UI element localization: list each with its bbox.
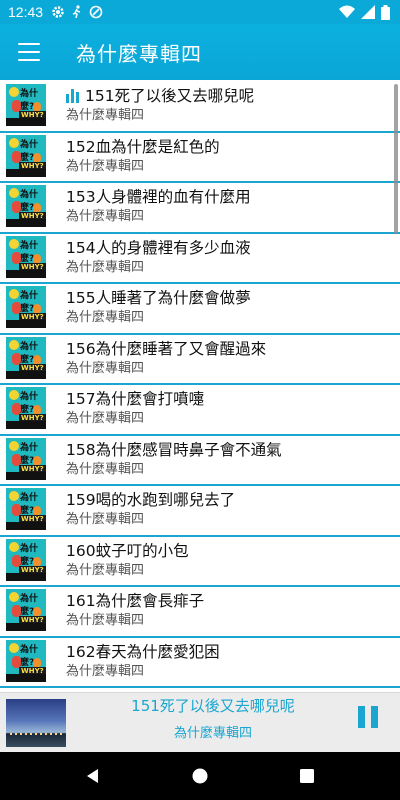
list-item-title-text: 153人身體裡的血有什麼用 — [66, 188, 251, 206]
list-item-subtitle: 為什麼專輯四 — [66, 360, 145, 376]
list-item-subtitle: 為什麼專輯四 — [66, 259, 145, 275]
track-thumbnail: 為什麼? WHY? — [6, 589, 46, 631]
screen: 12:43 為什麼專輯四 為什麼? WHY? 151死了以後又去哪兒呢 為什麼專… — [0, 0, 400, 800]
recents-icon[interactable] — [295, 764, 319, 788]
track-list[interactable]: 為什麼? WHY? 151死了以後又去哪兒呢 為什麼專輯四 為什麼? WHY? 152血為什… — [0, 82, 400, 692]
list-item-subtitle: 為什麼專輯四 — [66, 411, 145, 426]
list-item[interactable]: 為什麼? WHY? 153人身體裡的血有什麼用 為什麼專輯四 — [0, 183, 400, 234]
list-item-title-text: 158為什麼感冒時鼻子會不通氣 — [66, 440, 282, 459]
track-thumbnail: 為什麼? WHY? — [6, 336, 46, 379]
dnd-icon — [89, 5, 103, 19]
list-item-text: 156為什麼睡著了又會醒過來 為什麼專輯四 — [66, 339, 390, 378]
pause-icon[interactable] — [358, 706, 378, 728]
list-item[interactable]: 為什麼? WHY? 159喝的水跑到哪兒去了 為什麼專輯四 — [0, 486, 400, 537]
list-item-subtitle: 為什麼專輯四 — [66, 512, 145, 527]
list-item-title: 158為什麼感冒時鼻子會不通氣 — [66, 440, 390, 460]
list-item[interactable]: 為什麼? WHY? 152血為什麼是紅色的 為什麼專輯四 — [0, 133, 400, 183]
signal-icon — [361, 5, 375, 19]
list-item-title: 157為什麼會打噴嚏 — [66, 389, 390, 409]
list-item-title-text: 152血為什麼是紅色的 — [66, 137, 220, 156]
list-item-subtitle: 為什麼專輯四 — [66, 562, 145, 578]
status-time: 12:43 — [8, 4, 44, 20]
list-item[interactable]: 為什麼? WHY? 155人睡著了為什麼會做夢 為什麼專輯四 — [0, 284, 400, 335]
list-item[interactable]: 為什麼? WHY? 158為什麼感冒時鼻子會不通氣 為什麼專輯四 — [0, 436, 400, 486]
system-nav-bar — [0, 752, 400, 800]
list-item-subtitle: 為什麼專輯四 — [66, 310, 145, 325]
hamburger-menu-icon[interactable] — [18, 43, 40, 61]
list-item-text: 160蚊子叮的小包 為什麼專輯四 — [66, 541, 390, 580]
list-item-text: 161為什麼會長痱子 為什麼專輯四 — [66, 591, 390, 630]
home-icon[interactable] — [188, 764, 212, 788]
list-item-title-text: 157為什麼會打噴嚏 — [66, 390, 205, 408]
list-item-text: 158為什麼感冒時鼻子會不通氣 為什麼專輯四 — [66, 440, 390, 479]
list-item-title-text: 162春天為什麼愛犯困 — [66, 642, 220, 661]
list-item-title-text: 160蚊子叮的小包 — [66, 541, 189, 560]
walk-icon — [71, 5, 83, 19]
list-item-title-text: 156為什麼睡著了又會醒過來 — [66, 339, 267, 358]
now-playing-icon — [66, 89, 79, 103]
list-item-text: 153人身體裡的血有什麼用 為什麼專輯四 — [66, 187, 390, 226]
list-item-subtitle: 為什麼專輯四 — [66, 461, 145, 477]
list-item-subtitle: 為什麼專輯四 — [66, 663, 145, 679]
track-thumbnail: 為什麼? WHY? — [6, 488, 46, 530]
album-art[interactable] — [6, 699, 66, 747]
track-thumbnail: 為什麼? WHY? — [6, 387, 46, 429]
track-thumbnail: 為什麼? WHY? — [6, 639, 46, 682]
track-thumbnail: 為什麼? WHY? — [6, 185, 46, 227]
status-bar: 12:43 — [0, 0, 400, 24]
wifi-icon — [339, 5, 355, 19]
list-item[interactable]: 為什麼? WHY? 154人的身體裡有多少血液 為什麼專輯四 — [0, 234, 400, 284]
player-album-name: 為什麼專輯四 — [173, 726, 252, 741]
list-item-title: 156為什麼睡著了又會醒過來 — [66, 339, 390, 359]
list-item-title: 160蚊子叮的小包 — [66, 541, 390, 561]
list-item-text: 162春天為什麼愛犯困 為什麼專輯四 — [66, 642, 390, 681]
list-item[interactable]: 為什麼? WHY? 160蚊子叮的小包 為什麼專輯四 — [0, 537, 400, 587]
status-icons-left — [51, 5, 103, 19]
list-item-title-text: 159喝的水跑到哪兒去了 — [66, 491, 236, 509]
list-item-title: 154人的身體裡有多少血液 — [66, 238, 390, 258]
player-track-title: 151死了以後又去哪兒呢 — [131, 697, 295, 715]
list-item[interactable]: 為什麼? WHY? 156為什麼睡著了又會醒過來 為什麼專輯四 — [0, 335, 400, 385]
list-item-title-text: 154人的身體裡有多少血液 — [66, 238, 251, 257]
back-icon[interactable] — [81, 764, 105, 788]
track-thumbnail: 為什麼? WHY? — [6, 437, 46, 480]
list-item[interactable]: 為什麼? WHY? 161為什麼會長痱子 為什麼專輯四 — [0, 587, 400, 638]
list-item-text: 154人的身體裡有多少血液 為什麼專輯四 — [66, 238, 390, 277]
track-thumbnail: 為什麼? WHY? — [6, 235, 46, 278]
scrollbar[interactable] — [394, 84, 398, 234]
list-item-title: 161為什麼會長痱子 — [66, 591, 390, 611]
list-item-subtitle: 為什麼專輯四 — [66, 108, 145, 123]
list-item-text: 157為什麼會打噴嚏 為什麼專輯四 — [66, 389, 390, 428]
list-item[interactable]: 為什麼? WHY? 151死了以後又去哪兒呢為什麼專輯四 — [0, 82, 400, 133]
list-item-title: 162春天為什麼愛犯困 — [66, 642, 390, 662]
list-item-title-text: 151死了以後又去哪兒呢 — [85, 87, 255, 105]
list-item-subtitle: 為什麼專輯四 — [66, 209, 145, 224]
list-item[interactable]: 為什麼? WHY? 162春天為什麼愛犯困 為什麼專輯四 — [0, 638, 400, 688]
list-item-title: 155人睡著了為什麼會做夢 — [66, 288, 390, 308]
list-item-title-text: 161為什麼會長痱子 — [66, 592, 205, 610]
battery-icon — [381, 4, 390, 20]
list-item-text: 155人睡著了為什麼會做夢 為什麼專輯四 — [66, 288, 390, 327]
list-item-title: 152血為什麼是紅色的 — [66, 137, 390, 157]
track-thumbnail: 為什麼? WHY? — [6, 134, 46, 177]
list-item[interactable]: 為什麼? WHY? 157為什麼會打噴嚏 為什麼專輯四 — [0, 385, 400, 436]
list-item-text: 151死了以後又去哪兒呢為什麼專輯四 — [66, 86, 390, 125]
app-bar: 為什麼專輯四 — [0, 24, 400, 80]
track-thumbnail: 為什麼? WHY? — [6, 538, 46, 581]
gear-icon — [51, 5, 65, 19]
list-item-title-text: 155人睡著了為什麼會做夢 — [66, 289, 251, 307]
mini-player[interactable]: 151死了以後又去哪兒呢 為什麼專輯四 — [0, 692, 400, 753]
page-title: 為什麼專輯四 — [76, 41, 202, 66]
status-icons-right — [339, 4, 390, 20]
track-thumbnail: 為什麼? WHY? — [6, 286, 46, 328]
list-item-title: 159喝的水跑到哪兒去了 — [66, 490, 390, 510]
list-item-title: 153人身體裡的血有什麼用 — [66, 187, 390, 207]
list-item-subtitle: 為什麼專輯四 — [66, 158, 145, 174]
list-item-text: 152血為什麼是紅色的 為什麼專輯四 — [66, 137, 390, 176]
track-thumbnail: 為什麼? WHY? — [6, 84, 46, 126]
list-item-title: 151死了以後又去哪兒呢 — [66, 86, 390, 106]
list-item-text: 159喝的水跑到哪兒去了 為什麼專輯四 — [66, 490, 390, 529]
list-item-subtitle: 為什麼專輯四 — [66, 613, 145, 628]
